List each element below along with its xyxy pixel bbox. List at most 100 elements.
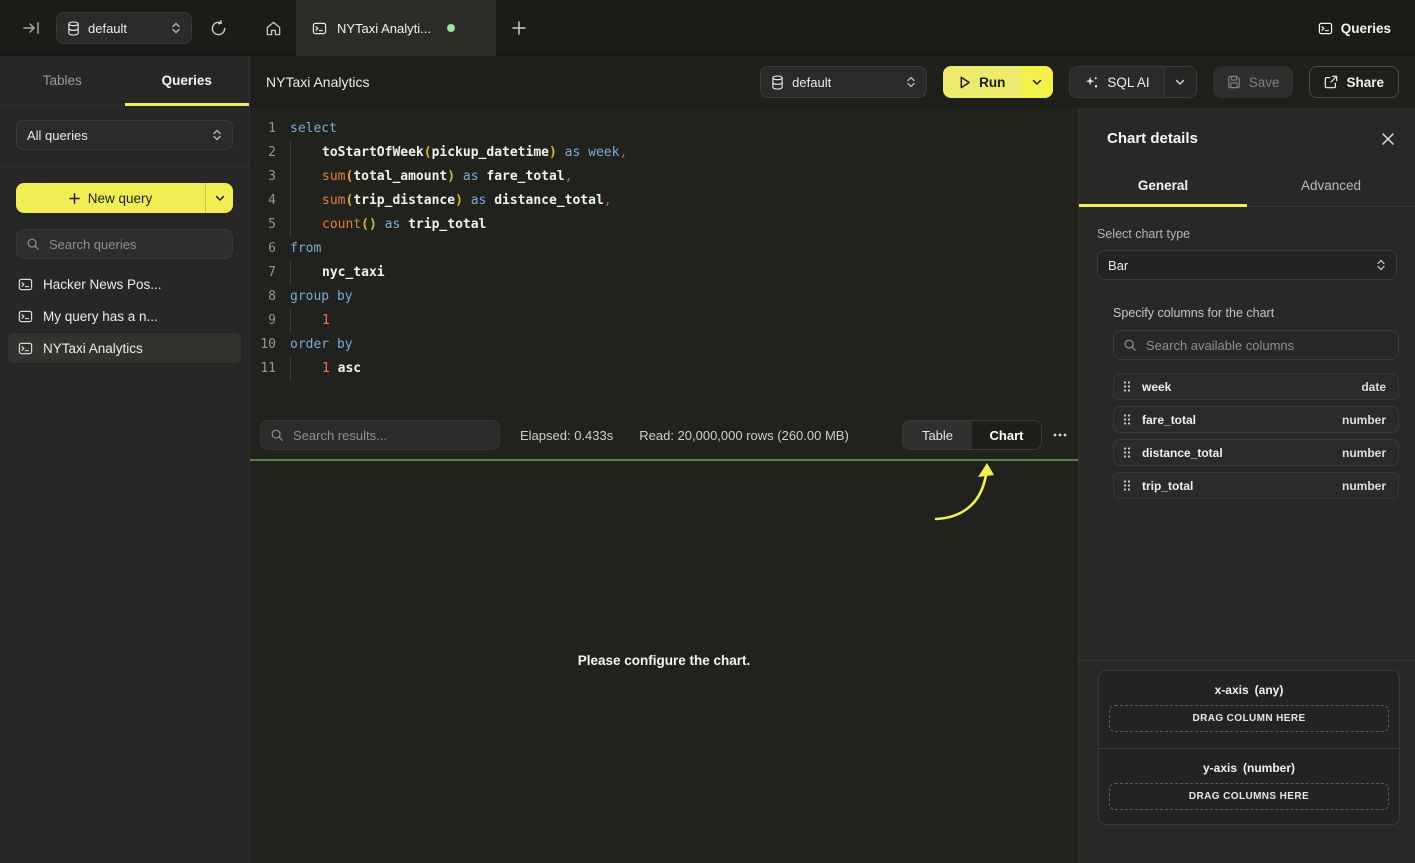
axis-dropzone[interactable]: DRAG COLUMNS HERE: [1109, 783, 1389, 810]
code-line[interactable]: 2toStartOfWeek(pickup_datetime) as week,: [250, 141, 1078, 165]
code-text: select: [276, 117, 337, 141]
column-row[interactable]: trip_totalnumber: [1113, 472, 1399, 499]
column-type: number: [1342, 446, 1386, 460]
column-type: number: [1342, 479, 1386, 493]
home-icon: [265, 20, 282, 37]
view-toggle-table[interactable]: Table: [903, 421, 972, 449]
code-line[interactable]: 4sum(trip_distance) as distance_total,: [250, 189, 1078, 213]
code-line[interactable]: 5count() as trip_total: [250, 213, 1078, 237]
new-query-dropdown[interactable]: [205, 183, 233, 213]
header-database-select[interactable]: default: [760, 66, 927, 98]
query-filter-select[interactable]: All queries: [16, 120, 233, 150]
rows-read: Read: 20,000,000 rows (260.00 MB): [639, 428, 849, 443]
code-line[interactable]: 6from: [250, 237, 1078, 261]
chart-type-select[interactable]: Bar: [1097, 250, 1397, 280]
code-text: group by: [276, 285, 353, 309]
new-query-button[interactable]: New query: [16, 183, 233, 213]
collapse-arrow-icon: [23, 21, 41, 35]
terminal-icon: [312, 21, 327, 36]
sidebar-tab-queries[interactable]: Queries: [125, 56, 250, 105]
panel-body: Select chart type Bar: [1079, 207, 1415, 280]
column-row[interactable]: weekdate: [1113, 373, 1399, 400]
code-line[interactable]: 3sum(total_amount) as fare_total,: [250, 165, 1078, 189]
sql-editor[interactable]: 1select2toStartOfWeek(pickup_datetime) a…: [250, 108, 1078, 412]
view-toggle-chart[interactable]: Chart: [972, 421, 1041, 449]
save-button[interactable]: Save: [1213, 66, 1294, 98]
column-name: fare_total: [1142, 413, 1342, 427]
code-text: sum(total_amount) as fare_total,: [276, 165, 572, 189]
refresh-button[interactable]: [202, 12, 234, 44]
unsaved-changes-dot: [447, 24, 455, 32]
drag-grip-icon[interactable]: [1123, 479, 1131, 492]
sql-ai-label: SQL AI: [1107, 75, 1149, 90]
results-more-button[interactable]: [1042, 433, 1078, 437]
share-icon: [1324, 75, 1338, 89]
save-label: Save: [1249, 75, 1280, 90]
panel-tab-general[interactable]: General: [1079, 165, 1247, 206]
code-text: sum(trip_distance) as distance_total,: [276, 189, 612, 213]
code-text: count() as trip_total: [276, 213, 486, 237]
code-text: toStartOfWeek(pickup_datetime) as week,: [276, 141, 627, 165]
table-view-label: Table: [922, 428, 953, 443]
play-icon: [959, 76, 971, 89]
results-search-input[interactable]: [260, 420, 500, 450]
home-tab[interactable]: [250, 0, 296, 56]
run-dropdown[interactable]: [1021, 66, 1053, 98]
column-name: week: [1142, 380, 1361, 394]
drag-grip-icon[interactable]: [1123, 380, 1131, 393]
share-button[interactable]: Share: [1309, 66, 1399, 98]
run-button[interactable]: Run: [943, 66, 1053, 98]
column-name: trip_total: [1142, 479, 1342, 493]
line-number: 11: [250, 357, 276, 381]
axis-config-y-axis: y-axis(number)DRAG COLUMNS HERE: [1099, 748, 1399, 825]
code-line[interactable]: 10order by: [250, 333, 1078, 357]
chevron-updown-icon: [906, 76, 916, 88]
panel-title: Chart details: [1107, 130, 1198, 147]
query-item-label: My query has a n...: [43, 309, 158, 324]
general-tab-label: General: [1138, 178, 1188, 193]
new-tab-button[interactable]: [496, 0, 542, 56]
tab-label: NYTaxi Analyti...: [337, 21, 431, 36]
column-row[interactable]: fare_totalnumber: [1113, 406, 1399, 433]
save-icon: [1227, 75, 1241, 89]
columns-search-input[interactable]: [1113, 330, 1399, 360]
drag-grip-icon[interactable]: [1123, 446, 1131, 459]
code-line[interactable]: 111 asc: [250, 357, 1078, 381]
collapse-sidebar-button[interactable]: [16, 12, 48, 44]
drag-grip-icon[interactable]: [1123, 413, 1131, 426]
plus-icon: [512, 21, 526, 35]
column-row[interactable]: distance_totalnumber: [1113, 439, 1399, 466]
query-list-item[interactable]: Hacker News Pos...: [8, 269, 241, 299]
line-number: 8: [250, 285, 276, 309]
line-number: 10: [250, 333, 276, 357]
code-line[interactable]: 1select: [250, 117, 1078, 141]
query-stats: Elapsed: 0.433s Read: 20,000,000 rows (2…: [520, 428, 849, 443]
line-number: 4: [250, 189, 276, 213]
column-type: date: [1361, 380, 1386, 394]
query-search-input[interactable]: [16, 229, 233, 259]
query-list-item[interactable]: NYTaxi Analytics: [8, 333, 241, 363]
topbar-queries-button[interactable]: Queries: [1318, 0, 1391, 56]
line-number: 5: [250, 213, 276, 237]
sidebar-tab-tables[interactable]: Tables: [0, 56, 125, 105]
columns-label: Specify columns for the chart: [1113, 306, 1399, 320]
query-list-item[interactable]: My query has a n...: [8, 301, 241, 331]
line-number: 9: [250, 309, 276, 333]
tab-nytaxi-analytics[interactable]: NYTaxi Analyti...: [296, 0, 496, 56]
code-line[interactable]: 7nyc_taxi: [250, 261, 1078, 285]
chevron-updown-icon: [1376, 259, 1386, 271]
panel-tab-advanced[interactable]: Advanced: [1247, 165, 1415, 206]
queries-tab-label: Queries: [162, 73, 212, 88]
close-panel-button[interactable]: [1381, 132, 1395, 146]
topbar-database-select[interactable]: default: [56, 12, 192, 44]
sql-ai-dropdown[interactable]: [1164, 67, 1196, 97]
code-line[interactable]: 91: [250, 309, 1078, 333]
axis-dropzone[interactable]: DRAG COLUMN HERE: [1109, 705, 1389, 732]
query-filter-row: All queries: [0, 106, 249, 167]
line-number: 6: [250, 237, 276, 261]
sql-ai-button[interactable]: SQL AI: [1069, 66, 1196, 98]
terminal-icon: [1318, 21, 1333, 36]
terminal-icon: [18, 309, 33, 324]
topbar-database-value: default: [88, 21, 163, 36]
code-line[interactable]: 8group by: [250, 285, 1078, 309]
